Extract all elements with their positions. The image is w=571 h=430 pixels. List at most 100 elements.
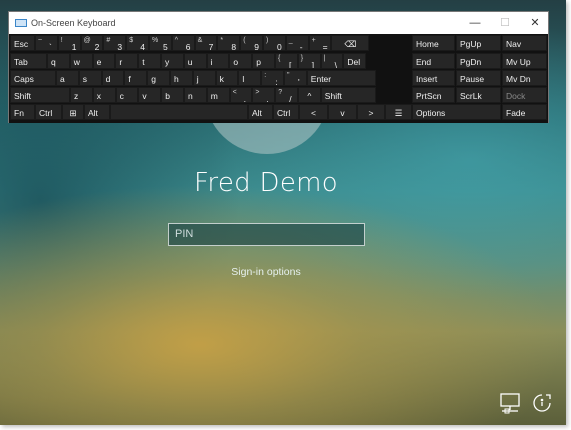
- key-k[interactable]: k: [215, 70, 239, 86]
- key-sym[interactable]: }]: [297, 53, 321, 69]
- key-1[interactable]: ! 1: [57, 35, 81, 51]
- key-m[interactable]: m: [206, 87, 230, 103]
- key-0[interactable]: ) 0: [263, 35, 286, 51]
- key-sym-alt-label: {: [278, 55, 281, 62]
- key-3[interactable]: #3: [103, 35, 127, 51]
- key-sym[interactable]: " ': [284, 70, 307, 86]
- sign-in-options-link[interactable]: Sign-in options: [0, 266, 532, 278]
- key-9[interactable]: (9: [240, 35, 263, 51]
- key-home[interactable]: Home: [412, 35, 455, 51]
- key-n[interactable]: n: [184, 87, 207, 103]
- key-fade[interactable]: Fade: [502, 104, 547, 120]
- key-x[interactable]: x: [92, 87, 116, 103]
- key-sym[interactable]: :;: [261, 70, 284, 86]
- key-enter[interactable]: Enter: [306, 70, 376, 86]
- key-space[interactable]: [110, 104, 248, 120]
- key-dock[interactable]: Dock: [502, 87, 547, 103]
- key-sym[interactable]: + =: [308, 35, 332, 51]
- key-sym[interactable]: >.: [252, 87, 276, 103]
- key-g[interactable]: g: [147, 70, 170, 86]
- key-f[interactable]: f: [124, 70, 148, 86]
- key-6-label: 6: [185, 42, 191, 51]
- network-icon[interactable]: [499, 392, 523, 414]
- key-0-label: 0: [277, 42, 282, 51]
- key-arrow-up[interactable]: ^: [298, 87, 321, 103]
- key-shift-left[interactable]: Shift: [10, 87, 70, 103]
- key-shift-right[interactable]: Shift: [320, 87, 376, 103]
- key-b[interactable]: b: [161, 87, 184, 103]
- key-y[interactable]: y: [161, 53, 184, 69]
- key-1-label: 1: [71, 42, 77, 51]
- key-sym-label: ]: [311, 60, 315, 69]
- key-sym[interactable]: {[: [275, 53, 298, 69]
- key-ctrl-left[interactable]: Ctrl: [35, 104, 62, 120]
- key-sym[interactable]: ? /: [275, 87, 298, 103]
- key-arrow-down[interactable]: v: [328, 104, 357, 120]
- key-sym[interactable]: <,: [229, 87, 253, 103]
- key-backspace[interactable]: ⌫: [331, 35, 370, 51]
- key-end[interactable]: End: [412, 53, 455, 69]
- key-alt-right[interactable]: Alt: [248, 104, 273, 120]
- key-sym-alt-label: +: [311, 37, 316, 44]
- key-6[interactable]: ^ 6: [171, 35, 195, 51]
- key-sym[interactable]: _ -: [285, 35, 309, 51]
- key-options[interactable]: Options: [412, 104, 501, 120]
- pin-input[interactable]: PIN: [168, 223, 365, 246]
- title-bar[interactable]: On-Screen Keyboard — ☐ ✕: [9, 12, 548, 34]
- key-5[interactable]: % 5: [149, 35, 172, 51]
- key-j[interactable]: j: [192, 70, 216, 86]
- key-fn[interactable]: Fn: [10, 104, 35, 120]
- key-z[interactable]: z: [70, 87, 93, 103]
- key-tab[interactable]: Tab: [10, 53, 47, 69]
- key-nav[interactable]: Nav: [502, 35, 547, 51]
- key-sym[interactable]: | \: [320, 53, 344, 69]
- key-3-label: 3: [117, 42, 123, 51]
- key-pause[interactable]: Pause: [456, 70, 501, 86]
- key-7[interactable]: & 7: [194, 35, 218, 51]
- minimize-button[interactable]: —: [467, 15, 483, 31]
- key-c[interactable]: c: [115, 87, 139, 103]
- key-arrow-left[interactable]: <: [299, 104, 328, 120]
- key-r[interactable]: r: [115, 53, 139, 69]
- close-button[interactable]: ✕: [527, 15, 543, 31]
- key-alt-left[interactable]: Alt: [84, 104, 110, 120]
- key-sym-alt-label: ": [287, 72, 290, 79]
- key-prtscn[interactable]: PrtScn: [412, 87, 455, 103]
- key-del[interactable]: Del: [343, 53, 367, 69]
- key-sym[interactable]: ~ `: [35, 35, 58, 51]
- key-w[interactable]: w: [69, 53, 93, 69]
- maximize-button[interactable]: ☐: [497, 15, 513, 31]
- key-l[interactable]: l: [238, 70, 262, 86]
- key-arrow-right[interactable]: >: [357, 104, 385, 120]
- key-p[interactable]: p: [252, 53, 275, 69]
- key-s[interactable]: s: [78, 70, 102, 86]
- key-windows[interactable]: ⊞: [62, 104, 84, 120]
- key-i[interactable]: i: [206, 53, 230, 69]
- key-pgdn[interactable]: PgDn: [456, 53, 501, 69]
- key-2-alt-label: @: [83, 37, 91, 44]
- key-v[interactable]: v: [138, 87, 162, 103]
- key-8[interactable]: * 8: [217, 35, 241, 51]
- key-4[interactable]: $4: [126, 35, 149, 51]
- key-u[interactable]: u: [183, 53, 207, 69]
- key-scrlk[interactable]: ScrLk: [456, 87, 501, 103]
- key-insert[interactable]: Insert: [412, 70, 455, 86]
- key-h[interactable]: h: [170, 70, 193, 86]
- key-pgup[interactable]: PgUp: [456, 35, 501, 51]
- key-t[interactable]: t: [138, 53, 161, 69]
- key-ctrl-right[interactable]: Ctrl: [273, 104, 299, 120]
- key-d[interactable]: d: [101, 70, 125, 86]
- key-a[interactable]: a: [56, 70, 79, 86]
- key-mv-up[interactable]: Mv Up: [502, 53, 547, 69]
- key-o[interactable]: o: [229, 53, 253, 69]
- key-q[interactable]: q: [47, 53, 70, 69]
- key-caps[interactable]: Caps: [10, 70, 56, 86]
- key-menu[interactable]: ☰: [385, 104, 412, 120]
- key-esc[interactable]: Esc: [10, 35, 35, 51]
- key-e[interactable]: e: [92, 53, 116, 69]
- key-2[interactable]: @2: [80, 35, 104, 51]
- key-sym-label: =: [322, 42, 328, 51]
- ease-of-access-icon[interactable]: [530, 392, 554, 414]
- key-mv-dn[interactable]: Mv Dn: [502, 70, 547, 86]
- key-sym-alt-label: ?: [278, 89, 283, 96]
